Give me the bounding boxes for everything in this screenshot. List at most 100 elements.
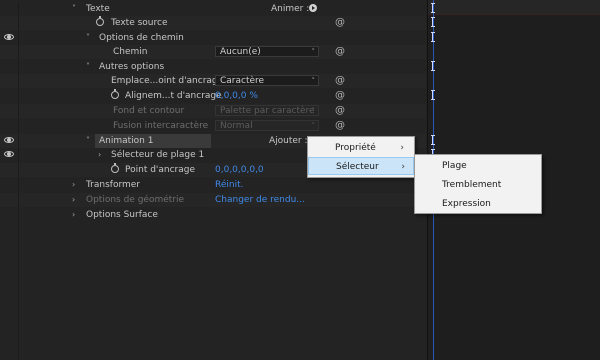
av-column (0, 74, 19, 88)
fond-contour-dropdown-value: Palette par caractère (220, 106, 315, 116)
emplacement-label: Emplace...oint d'ancrage (111, 76, 224, 86)
keyframe-marker-icon (431, 61, 436, 71)
chemin-dropdown-value: Aucun(e) (220, 47, 261, 57)
row-texte-source[interactable]: Texte source @ (0, 16, 426, 30)
options-surface-label: Options Surface (86, 210, 158, 220)
keyframe-marker-icon (431, 90, 436, 100)
chemin-label: Chemin (113, 47, 148, 57)
ajouter-label: Ajouter : (269, 136, 308, 146)
menu-item-propriete[interactable]: Propriété › (308, 139, 412, 157)
fond-contour-dropdown: Palette par caractère ˅ (215, 105, 319, 116)
chevron-down-icon[interactable]: ˅ (86, 135, 90, 147)
menu-item-label: Propriété (335, 143, 376, 153)
av-column (0, 89, 19, 103)
keyframe-marker-icon (431, 32, 436, 42)
stopwatch-icon[interactable] (111, 163, 119, 173)
row-transformer[interactable]: › Transformer Réinit. (0, 178, 426, 192)
menu-item-label: Tremblement (442, 180, 502, 190)
chevron-right-icon[interactable]: › (72, 179, 75, 191)
texte-source-label: Texte source (111, 18, 168, 28)
animation-1-label[interactable]: Animation 1 (99, 135, 153, 147)
expression-pickwhip-icon[interactable]: @ (335, 46, 345, 58)
expression-pickwhip-icon[interactable]: @ (335, 105, 345, 117)
transformer-label: Transformer (86, 180, 141, 190)
expression-pickwhip-icon[interactable]: @ (335, 120, 345, 132)
chevron-right-icon[interactable]: › (98, 149, 101, 161)
row-chemin[interactable]: Chemin Aucun(e) ˅ @ (0, 45, 426, 59)
options-chemin-label: Options de chemin (99, 33, 184, 43)
selecteur-submenu: Plage Tremblement Expression (414, 154, 542, 214)
chemin-dropdown[interactable]: Aucun(e) ˅ (215, 46, 319, 57)
row-options-geometrie[interactable]: › Options de géométrie Changer de rendu.… (0, 193, 426, 207)
emplacement-dropdown[interactable]: Caractère ˅ (215, 75, 319, 86)
autres-options-label: Autres options (99, 62, 165, 72)
animer-label: Animer : (271, 4, 310, 14)
av-column (0, 148, 19, 162)
after-effects-timeline-panel: ˅ Texte Animer : Texte source @ ˅ Option… (0, 0, 600, 360)
menu-item-label: Plage (442, 161, 467, 171)
av-column (0, 16, 19, 30)
fond-contour-label: Fond et contour (113, 106, 185, 116)
expression-pickwhip-icon[interactable]: @ (335, 17, 345, 29)
av-column (0, 119, 19, 133)
stopwatch-icon[interactable] (96, 16, 104, 26)
chevron-right-icon: › (400, 143, 404, 153)
chevron-down-icon: ˅ (311, 48, 316, 56)
av-column (0, 60, 19, 74)
menu-item-tremblement[interactable]: Tremblement (415, 176, 541, 194)
chevron-down-icon[interactable]: ˅ (86, 61, 90, 73)
chevron-down-icon: ˅ (311, 122, 316, 130)
alignement-label: Alignem...t d'ancrage (125, 91, 222, 101)
row-options-chemin[interactable]: ˅ Options de chemin (0, 31, 426, 45)
av-column (0, 31, 19, 45)
stopwatch-icon[interactable] (111, 89, 119, 99)
row-options-surface[interactable]: › Options Surface (0, 208, 426, 222)
transformer-reset-link[interactable]: Réinit. (215, 179, 243, 191)
row-fusion: Fusion intercaractère Normal ˅ @ (0, 119, 426, 133)
menu-item-plage[interactable]: Plage (415, 157, 541, 175)
expression-pickwhip-icon[interactable]: @ (335, 75, 345, 87)
keyframe-marker-icon (431, 3, 436, 13)
point-ancrage-label: Point d'ancrage (125, 165, 196, 175)
menu-item-expression[interactable]: Expression (415, 195, 541, 213)
av-column (0, 193, 19, 207)
row-emplacement-ancrage[interactable]: Emplace...oint d'ancrage Caractère ˅ @ (0, 74, 426, 88)
changer-rendu-link[interactable]: Changer de rendu... (215, 194, 305, 206)
chevron-right-icon[interactable]: › (72, 194, 75, 206)
av-column (0, 2, 19, 16)
point-ancrage-value[interactable]: 0,0,0,0,0,0 (215, 164, 264, 176)
chevron-down-icon[interactable]: ˅ (72, 3, 76, 15)
row-fond-contour: Fond et contour Palette par caractère ˅ … (0, 104, 426, 118)
row-autres-options[interactable]: ˅ Autres options (0, 60, 426, 74)
av-column (0, 134, 19, 148)
fusion-label: Fusion intercaractère (113, 121, 209, 131)
menu-item-selecteur[interactable]: Sélecteur › (308, 157, 414, 175)
row-alignement-ancrage[interactable]: Alignem...t d'ancrage 0,0,0,0 % @ (0, 89, 426, 103)
options-geometrie-label: Options de géométrie (86, 195, 185, 205)
timeline-header (428, 0, 600, 15)
av-column (0, 178, 19, 192)
fusion-dropdown-value: Normal (220, 121, 253, 131)
av-column (0, 104, 19, 118)
av-column (0, 163, 19, 177)
chevron-down-icon[interactable]: ˅ (86, 32, 90, 44)
eye-icon[interactable] (4, 137, 14, 143)
animate-play-icon[interactable] (309, 4, 317, 12)
chevron-down-icon: ˅ (311, 77, 316, 85)
expression-pickwhip-icon[interactable]: @ (335, 90, 345, 102)
emplacement-dropdown-value: Caractère (220, 76, 265, 86)
row-texte[interactable]: ˅ Texte Animer : (0, 2, 426, 16)
keyframe-marker-icon (431, 135, 436, 145)
selecteur-plage-label: Sélecteur de plage 1 (111, 150, 205, 160)
texte-label: Texte (86, 4, 110, 14)
eye-icon[interactable] (4, 151, 14, 157)
menu-item-label: Sélecteur (336, 162, 379, 172)
keyframe-marker-icon (431, 17, 436, 27)
ajouter-context-menu: Propriété › Sélecteur › (307, 136, 415, 178)
av-column-filler (0, 222, 19, 360)
chevron-right-icon[interactable]: › (72, 209, 75, 221)
menu-item-label: Expression (442, 199, 491, 209)
av-column (0, 208, 19, 222)
eye-icon[interactable] (4, 34, 14, 40)
alignement-value[interactable]: 0,0,0,0 % (215, 90, 258, 102)
